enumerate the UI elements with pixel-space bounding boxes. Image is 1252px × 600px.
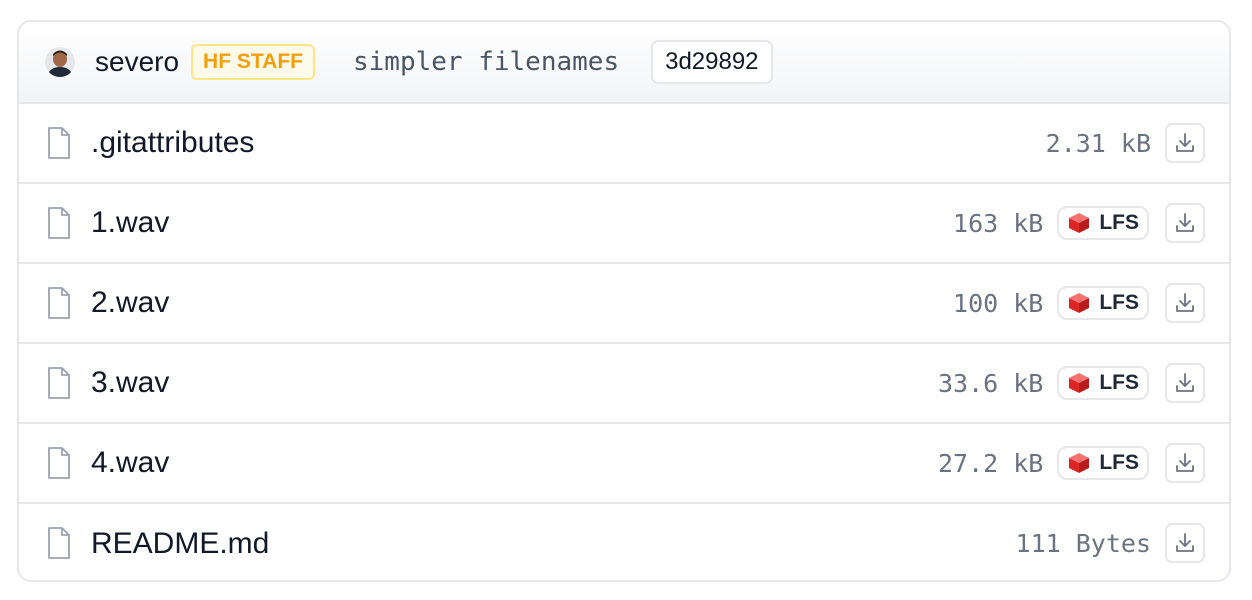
file-name[interactable]: .gitattributes [91,126,254,160]
download-icon [1176,133,1194,152]
staff-badge: HF STAFF [191,44,315,80]
lfs-badge[interactable]: LFS [1057,446,1149,480]
lfs-label: LFS [1099,451,1139,474]
commit-author[interactable]: severo [95,46,179,78]
download-button[interactable] [1165,123,1205,163]
file-size: 33.6 kB [937,368,1044,398]
lfs-cube-icon [1069,373,1090,393]
file-size: 27.2 kB [937,448,1044,478]
lfs-badge[interactable]: LFS [1057,366,1149,400]
file-icon [48,207,70,239]
lfs-badge[interactable]: LFS [1057,206,1149,240]
file-size: 100 kB [953,288,1044,318]
file-actions: 33.6 kB LFS [938,362,1205,404]
lfs-label: LFS [1099,211,1139,234]
commit-message[interactable]: simpler filenames [353,47,619,77]
download-icon [1176,453,1194,472]
file-row[interactable]: 1.wav 163 kB LFS [19,184,1229,264]
download-icon [1176,533,1194,552]
lfs-cube-icon [1069,453,1090,473]
lfs-cube-icon [1069,213,1090,233]
file-list-panel: severo HF STAFF simpler filenames 3d2989… [17,20,1231,582]
file-actions: 100 kB LFS [953,282,1205,324]
file-name[interactable]: README.md [91,527,269,561]
file-row[interactable]: .gitattributes 2.31 kB [19,104,1229,184]
lfs-cube-icon [1069,293,1090,313]
lfs-badge[interactable]: LFS [1057,286,1149,320]
file-row[interactable]: 4.wav 27.2 kB LFS [19,424,1229,504]
download-button[interactable] [1165,283,1205,323]
file-actions: 2.31 kB [1046,122,1205,164]
file-icon [48,287,70,319]
file-row[interactable]: README.md 111 Bytes [19,504,1229,580]
file-actions: 27.2 kB LFS [938,442,1205,484]
file-size: 2.31 kB [1045,128,1151,158]
download-button[interactable] [1165,203,1205,243]
download-button[interactable] [1165,523,1205,563]
file-size: 163 kB [953,208,1044,238]
download-icon [1176,293,1194,312]
lfs-label: LFS [1099,371,1139,394]
file-name[interactable]: 1.wav [91,206,169,240]
file-actions: 163 kB LFS [953,202,1205,244]
file-row[interactable]: 2.wav 100 kB LFS [19,264,1229,344]
file-size: 111 Bytes [1015,528,1151,558]
file-row[interactable]: 3.wav 33.6 kB LFS [19,344,1229,424]
download-button[interactable] [1165,443,1205,483]
file-actions: 111 Bytes [1016,522,1205,564]
file-rows: .gitattributes 2.31 kB 1.wav 163 kB LFS … [19,104,1229,580]
commit-hash-link[interactable]: 3d29892 [651,40,773,84]
lfs-label: LFS [1099,291,1139,314]
download-button[interactable] [1165,363,1205,403]
download-icon [1176,373,1194,392]
file-name[interactable]: 4.wav [91,446,169,480]
last-commit-header: severo HF STAFF simpler filenames 3d2989… [19,22,1229,104]
author-avatar[interactable] [45,47,75,77]
file-icon [48,447,70,479]
download-icon [1176,213,1194,232]
file-icon [48,367,70,399]
file-name[interactable]: 2.wav [91,286,169,320]
file-icon [48,527,70,559]
file-name[interactable]: 3.wav [91,366,169,400]
file-icon [48,127,70,159]
